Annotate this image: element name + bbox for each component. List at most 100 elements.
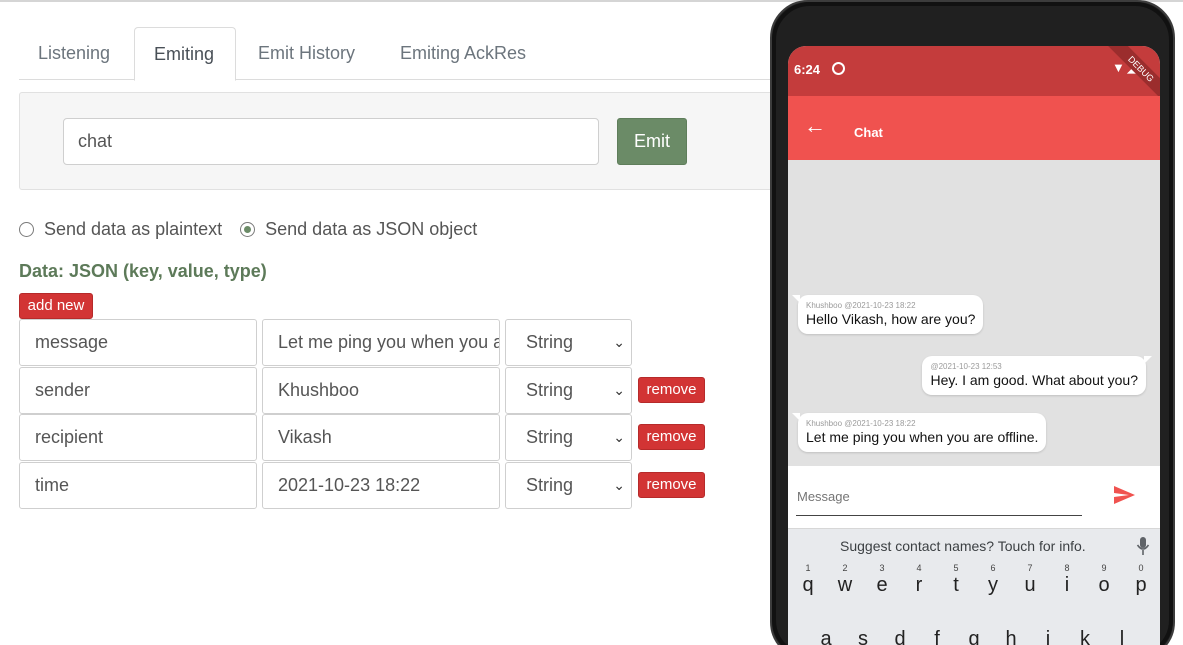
key[interactable]: j bbox=[1031, 616, 1065, 645]
key[interactable]: l bbox=[1105, 616, 1139, 645]
key[interactable]: 7u bbox=[1013, 562, 1047, 606]
key-number: 3 bbox=[879, 563, 885, 573]
key-letter: r bbox=[915, 574, 923, 596]
key[interactable]: 3e bbox=[865, 562, 899, 606]
type-select-value: String bbox=[526, 475, 574, 495]
plaintext-radio-label[interactable]: Send data as plaintext bbox=[44, 219, 222, 240]
chat-messages: Khushboo @2021-10-23 18:22 Hello Vikash,… bbox=[788, 160, 1160, 466]
data-section-label: Data: JSON (key, value, type) bbox=[19, 261, 267, 281]
key[interactable]: 9o bbox=[1087, 562, 1121, 606]
remove-button[interactable]: remove bbox=[638, 472, 705, 498]
emit-panel: Emit bbox=[19, 92, 779, 190]
key[interactable]: 2w bbox=[828, 562, 862, 606]
key-input[interactable]: time bbox=[19, 462, 257, 509]
tab-emit-history[interactable]: Emit History bbox=[239, 27, 374, 80]
key-letter: a bbox=[820, 628, 832, 645]
message-text: Hey. I am good. What about you? bbox=[930, 372, 1138, 388]
key-letter: p bbox=[1135, 574, 1147, 596]
type-select[interactable]: String ⌄ bbox=[505, 462, 632, 509]
key-letter: h bbox=[1005, 628, 1017, 645]
on-screen-keyboard: 1q 2w 3e 4r 5t 6y 7u 8i 9o 0p a s d f g … bbox=[788, 562, 1160, 645]
data-row: recipient Vikash String ⌄ remove bbox=[19, 414, 719, 462]
key-letter: o bbox=[1098, 574, 1110, 596]
key[interactable]: d bbox=[883, 616, 917, 645]
plaintext-radio[interactable] bbox=[19, 221, 34, 237]
type-select-value: String bbox=[526, 380, 574, 400]
event-name-input[interactable] bbox=[63, 118, 599, 165]
value-input[interactable]: Let me ping you when you are offline. bbox=[262, 319, 500, 366]
key-number: 1 bbox=[805, 563, 811, 573]
json-radio[interactable] bbox=[240, 221, 256, 237]
emit-button[interactable]: Emit bbox=[617, 118, 687, 165]
key-letter: k bbox=[1080, 628, 1090, 645]
microphone-icon[interactable] bbox=[1136, 536, 1150, 556]
message-input[interactable] bbox=[796, 478, 1082, 516]
key-letter: l bbox=[1119, 628, 1125, 645]
key-letter: f bbox=[934, 628, 940, 645]
value-input[interactable]: 2021-10-23 18:22 bbox=[262, 462, 500, 509]
chevron-down-icon: ⌄ bbox=[613, 334, 625, 350]
key-letter: w bbox=[837, 574, 853, 596]
status-bar: 6:24 ▼◢▮ DEBUG bbox=[788, 46, 1160, 106]
key-letter: y bbox=[988, 574, 998, 596]
chevron-down-icon: ⌄ bbox=[613, 382, 625, 398]
data-format-radio-group: Send data as plaintext Send data as JSON… bbox=[19, 215, 495, 243]
tab-bar: Listening Emiting Emit History Emiting A… bbox=[19, 27, 779, 81]
data-row: message Let me ping you when you are off… bbox=[19, 319, 719, 367]
chat-message: Khushboo @2021-10-23 18:22 Let me ping y… bbox=[791, 413, 1047, 452]
key[interactable]: f bbox=[920, 616, 954, 645]
key-number: 7 bbox=[1027, 563, 1033, 573]
data-row: sender Khushboo String ⌄ remove bbox=[19, 367, 719, 415]
value-input[interactable]: Vikash bbox=[262, 414, 500, 461]
type-select[interactable]: String ⌄ bbox=[505, 414, 632, 461]
key-number: 0 bbox=[1138, 563, 1144, 573]
compose-bar bbox=[788, 466, 1160, 528]
key-input[interactable]: recipient bbox=[19, 414, 257, 461]
add-new-button[interactable]: add new bbox=[19, 293, 93, 319]
key-number: 2 bbox=[842, 563, 848, 573]
key[interactable]: 5t bbox=[939, 562, 973, 606]
key[interactable]: h bbox=[994, 616, 1028, 645]
json-radio-label[interactable]: Send data as JSON object bbox=[265, 219, 477, 240]
key-input[interactable]: sender bbox=[19, 367, 257, 414]
key[interactable]: 6y bbox=[976, 562, 1010, 606]
send-icon[interactable] bbox=[1112, 483, 1136, 507]
key-letter: d bbox=[894, 628, 906, 645]
contact-suggestion-prompt[interactable]: Suggest contact names? Touch for info. bbox=[840, 538, 1086, 554]
tab-emiting-ackres[interactable]: Emiting AckRes bbox=[381, 27, 545, 80]
key[interactable]: 0p bbox=[1124, 562, 1158, 606]
keyboard-suggestion-bar: Suggest contact names? Touch for info. bbox=[788, 528, 1160, 562]
key-letter: j bbox=[1045, 628, 1051, 645]
message-meta: Khushboo @2021-10-23 18:22 bbox=[806, 301, 916, 310]
tab-emiting[interactable]: Emiting bbox=[134, 27, 236, 81]
back-arrow-icon[interactable]: ← bbox=[804, 114, 826, 138]
tab-listening[interactable]: Listening bbox=[19, 27, 129, 80]
key[interactable]: a bbox=[809, 616, 843, 645]
remove-button[interactable]: remove bbox=[638, 424, 705, 450]
chat-app-bar: ← Chat bbox=[788, 96, 1160, 160]
key[interactable]: s bbox=[846, 616, 880, 645]
key-letter: e bbox=[876, 574, 888, 596]
key[interactable]: k bbox=[1068, 616, 1102, 645]
remove-button[interactable]: remove bbox=[638, 377, 705, 403]
type-select[interactable]: String ⌄ bbox=[505, 367, 632, 414]
android-phone-frame: 6:24 ▼◢▮ DEBUG ← Chat Khushboo @2021-10-… bbox=[770, 0, 1175, 645]
status-time: 6:24 bbox=[794, 62, 821, 77]
phone-screen: 6:24 ▼◢▮ DEBUG ← Chat Khushboo @2021-10-… bbox=[788, 46, 1160, 645]
type-select-value: String bbox=[526, 332, 574, 352]
data-row: time 2021-10-23 18:22 String ⌄ remove bbox=[19, 462, 719, 510]
value-input[interactable]: Khushboo bbox=[262, 367, 500, 414]
chevron-down-icon: ⌄ bbox=[613, 477, 625, 493]
key[interactable]: 4r bbox=[902, 562, 936, 606]
key-input[interactable]: message bbox=[19, 319, 257, 366]
key-letter: s bbox=[858, 628, 868, 645]
key-number: 9 bbox=[1101, 563, 1107, 573]
key[interactable]: g bbox=[957, 616, 991, 645]
key-letter: t bbox=[953, 574, 959, 596]
key[interactable]: 8i bbox=[1050, 562, 1084, 606]
key-letter: g bbox=[968, 628, 980, 645]
message-text: Let me ping you when you are offline. bbox=[806, 429, 1039, 445]
key[interactable]: 1q bbox=[791, 562, 825, 606]
type-select[interactable]: String ⌄ bbox=[505, 319, 632, 366]
notification-icon bbox=[832, 62, 845, 75]
